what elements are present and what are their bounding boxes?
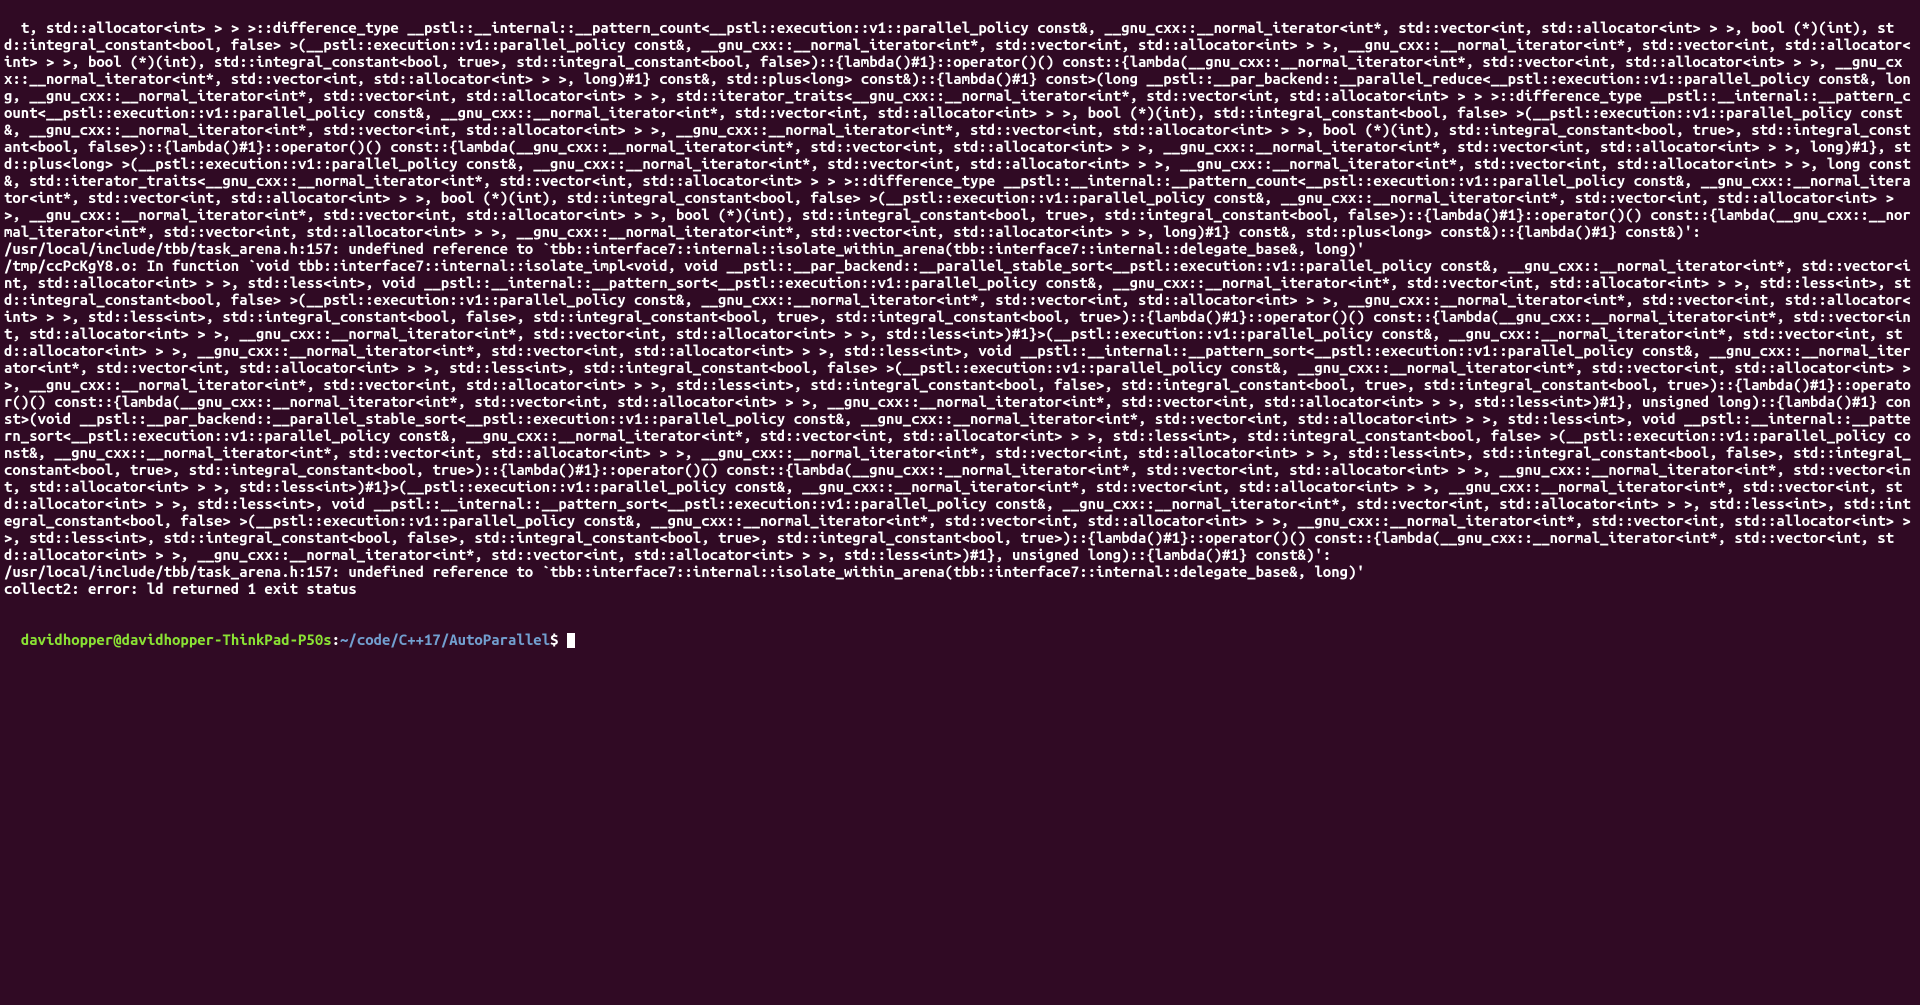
prompt-path: ~/code/C++17/AutoParallel [340, 631, 550, 648]
shell-prompt: davidhopper@davidhopper-ThinkPad-P50s:~/… [21, 631, 575, 648]
prompt-end: $ [550, 631, 567, 648]
terminal-window[interactable]: t, std::allocator<int> > > >::difference… [0, 0, 1920, 648]
prompt-separator: : [332, 631, 340, 648]
compiler-error-output: t, std::allocator<int> > > >::difference… [4, 19, 1919, 597]
cursor-icon [567, 633, 575, 648]
prompt-user-host: davidhopper@davidhopper-ThinkPad-P50s [21, 631, 332, 648]
